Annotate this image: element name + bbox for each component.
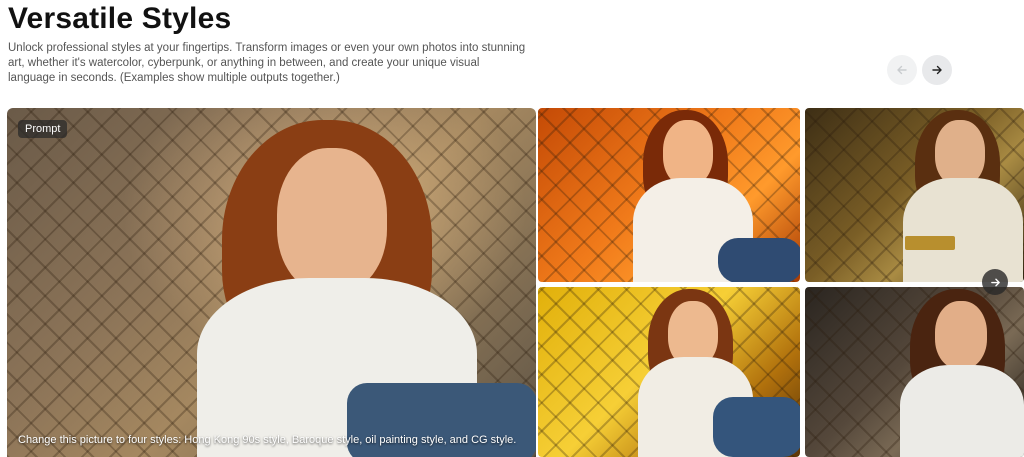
output-image-cg	[805, 287, 1024, 457]
section-description: Unlock professional styles at your finge…	[8, 42, 526, 84]
carousel-prev-button[interactable]	[887, 55, 917, 85]
output-image-oil-painting	[538, 287, 800, 457]
output-image-hk90s	[538, 108, 800, 282]
source-image	[7, 108, 536, 457]
arrow-right-icon	[932, 65, 942, 75]
prompt-text: Change this picture to four styles: Hong…	[18, 434, 517, 446]
arrow-left-icon	[897, 65, 907, 75]
output-image-baroque	[805, 108, 1024, 282]
arrow-right-icon	[990, 278, 1000, 286]
carousel-next-button[interactable]	[922, 55, 952, 85]
prompt-label: Prompt	[18, 120, 68, 138]
thumbnails-next-button[interactable]	[982, 269, 1008, 295]
section-title: Versatile Styles	[8, 2, 232, 35]
